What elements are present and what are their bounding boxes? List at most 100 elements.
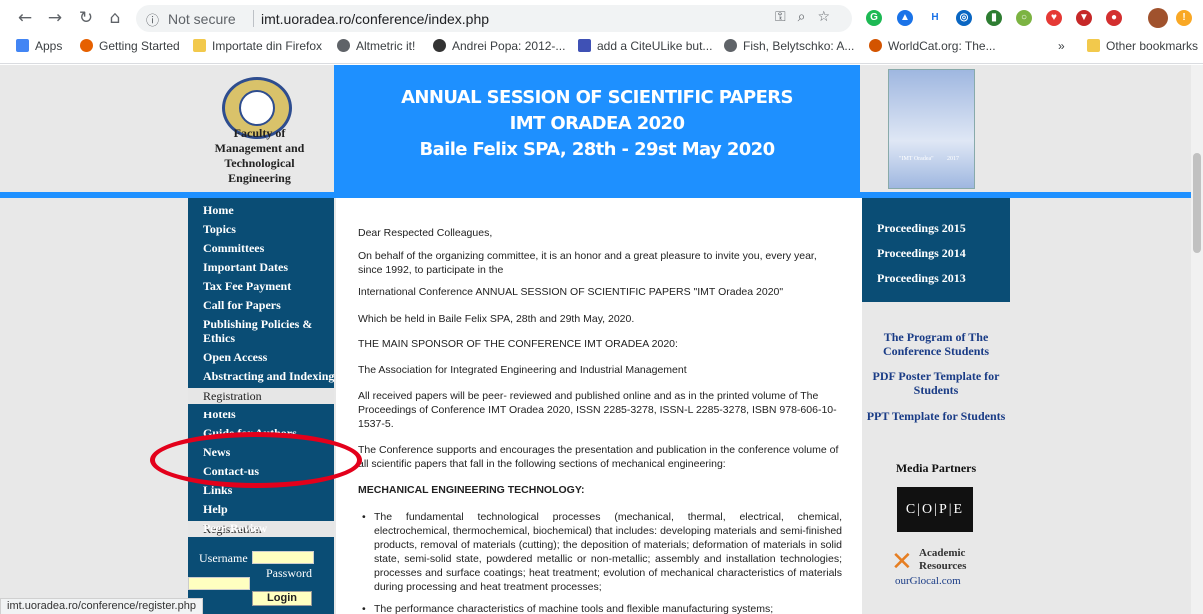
document-icon xyxy=(578,39,591,52)
sidebar-item-committees[interactable]: Committees xyxy=(203,241,264,255)
sidebar-item-publishing-policies[interactable]: Publishing Policies & xyxy=(203,317,312,331)
username-label: Username xyxy=(199,551,248,565)
scrollbar-thumb[interactable] xyxy=(1193,153,1201,253)
academic-resources-logo[interactable]: ✕ Academic Resources ourGlocal.com xyxy=(891,543,981,589)
url-text[interactable]: imt.uoradea.ro/conference/index.php xyxy=(261,11,489,27)
program-link[interactable]: The Program of The Conference Students xyxy=(862,330,1010,358)
sidebar-item-home[interactable]: Home xyxy=(203,203,234,217)
bookmark-folder-firefox[interactable]: Importate din Firefox xyxy=(193,39,322,53)
site-icon xyxy=(433,39,446,52)
bullet-icon: • xyxy=(362,603,366,614)
proceedings-cover-image[interactable]: "IMT Oradea" 2017 xyxy=(888,69,975,189)
sidebar-item-hotels[interactable]: Hotels xyxy=(203,412,236,421)
zoom-icon[interactable]: ⌕ xyxy=(798,9,818,25)
login-button[interactable]: Login xyxy=(252,591,312,606)
bookmark-fish[interactable]: Fish, Belytschko: A... xyxy=(724,39,854,53)
proceedings-2014-link[interactable]: Proceedings 2014 xyxy=(877,246,966,261)
intro-paragraph: On behalf of the organizing committee, i… xyxy=(358,250,817,276)
bookmark-other[interactable]: Other bookmarks xyxy=(1087,39,1198,53)
sidebar-item-ethics[interactable]: Ethics xyxy=(203,331,235,345)
banner-title: ANNUAL SESSION OF SCIENTIFIC PAPERS xyxy=(401,87,793,108)
address-row: ← → ↻ ⌂ ⓘ Not secure imt.uoradea.ro/conf… xyxy=(0,4,1203,32)
sidebar-item-call-for-papers[interactable]: Call for Papers xyxy=(203,298,281,312)
reload-icon[interactable]: ↻ xyxy=(75,7,97,29)
status-bar-url: imt.uoradea.ro/conference/register.php xyxy=(0,598,203,614)
key-icon[interactable]: ⚿ xyxy=(775,9,798,25)
extension-icon[interactable]: ● xyxy=(1106,10,1122,26)
sidebar-item-open-access[interactable]: Open Access xyxy=(203,350,267,364)
sidebar-item-registration-highlight[interactable]: Registration xyxy=(188,388,334,404)
star-icon[interactable]: ☆ xyxy=(817,9,842,25)
browser-chrome: ← → ↻ ⌂ ⓘ Not secure imt.uoradea.ro/conf… xyxy=(0,0,1203,64)
bookmark-andrei-popa[interactable]: Andrei Popa: 2012-... xyxy=(433,39,565,53)
profile-avatar[interactable] xyxy=(1148,8,1168,28)
cover-title: "IMT Oradea" xyxy=(899,156,934,162)
academic-logo-icon: ✕ xyxy=(891,547,913,577)
banner-date: Baile Felix SPA, 28th - 29st May 2020 xyxy=(419,139,775,160)
faculty-logo-area: Faculty of Management and Technological … xyxy=(186,65,333,191)
bookmark-altmetric[interactable]: Altmetric it! xyxy=(337,39,415,53)
proceedings-box: Proceedings 2015 Proceedings 2014 Procee… xyxy=(862,198,1010,302)
ppt-template-link[interactable]: PPT Template for Students xyxy=(862,409,1010,423)
extension-icon[interactable]: ▲ xyxy=(897,10,913,26)
sections-paragraph: The Conference supports and encourages t… xyxy=(358,444,839,470)
update-icon[interactable]: ! xyxy=(1176,10,1192,26)
extension-icon[interactable]: ◎ xyxy=(956,10,972,26)
proceedings-2013-link[interactable]: Proceedings 2013 xyxy=(877,271,966,286)
bookmark-citeulike[interactable]: add a CiteULike but... xyxy=(578,39,712,53)
omnibox-actions[interactable]: ⚿⌕☆ xyxy=(775,9,842,25)
bookmark-worldcat[interactable]: WorldCat.org: The... xyxy=(869,39,996,53)
conference-banner: ANNUAL SESSION OF SCIENTIFIC PAPERS IMT … xyxy=(334,65,860,192)
security-label: Not secure xyxy=(168,11,236,27)
cope-logo[interactable]: C|O|P|E xyxy=(897,487,973,532)
globe-icon xyxy=(337,39,350,52)
password-input[interactable] xyxy=(188,577,250,590)
omnibox[interactable]: ⓘ Not secure imt.uoradea.ro/conference/i… xyxy=(136,5,852,32)
username-input[interactable] xyxy=(252,551,314,564)
extension-icon[interactable]: ♥ xyxy=(1046,10,1062,26)
extension-icon[interactable]: ▼ xyxy=(1076,10,1092,26)
sidebar-item-help[interactable]: Help xyxy=(203,502,228,516)
grammarly-extension-icon[interactable]: G xyxy=(866,10,882,26)
globe-icon xyxy=(724,39,737,52)
media-partners-title: Media Partners xyxy=(895,461,977,475)
list-item: • The fundamental technological processes… xyxy=(362,511,842,593)
sidebar-item-topics[interactable]: Topics xyxy=(203,222,236,236)
vertical-scrollbar[interactable] xyxy=(1191,65,1203,614)
bookmark-getting-started[interactable]: Getting Started xyxy=(80,39,180,53)
poster-template-link[interactable]: PDF Poster Template for Students xyxy=(862,369,1010,397)
sidebar-item-important-dates[interactable]: Important Dates xyxy=(203,260,288,274)
apps-grid-icon xyxy=(16,39,29,52)
bookmark-apps[interactable]: Apps xyxy=(16,39,62,53)
bullet-icon: • xyxy=(362,511,366,523)
proceedings-2015-link[interactable]: Proceedings 2015 xyxy=(877,221,966,236)
conference-name-paragraph: International Conference ANNUAL SESSION … xyxy=(358,286,784,298)
info-icon[interactable]: ⓘ xyxy=(146,10,159,29)
web-page: Faculty of Management and Technological … xyxy=(0,65,1203,614)
sponsor-heading: THE MAIN SPONSOR OF THE CONFERENCE IMT O… xyxy=(358,338,678,350)
faculty-name: Faculty of Management and Technological … xyxy=(214,126,305,185)
sponsor-name: The Association for Integrated Engineeri… xyxy=(358,364,687,376)
section-title: MECHANICAL ENGINEERING TECHNOLOGY: xyxy=(358,484,585,496)
back-icon[interactable]: ← xyxy=(14,7,36,29)
forward-icon[interactable]: → xyxy=(44,7,66,29)
main-content: Dear Respected Colleagues, On behalf of … xyxy=(336,198,862,614)
worldcat-icon xyxy=(869,39,882,52)
password-label: Password xyxy=(266,566,313,580)
cover-year: 2017 xyxy=(947,156,959,162)
home-icon[interactable]: ⌂ xyxy=(104,7,126,29)
banner-subtitle: IMT ORADEA 2020 xyxy=(509,113,685,134)
firefox-icon xyxy=(80,39,93,52)
sidebar-item-tax-fee[interactable]: Tax Fee Payment xyxy=(203,279,291,293)
bookmarks-overflow-icon[interactable]: » xyxy=(1058,39,1065,53)
greeting: Dear Respected Colleagues, xyxy=(358,227,493,239)
sidebar-item-abstracting[interactable]: Abstracting and Indexing xyxy=(203,369,334,383)
extension-icon[interactable]: H xyxy=(927,10,943,26)
extension-icon[interactable]: ▮ xyxy=(986,10,1002,26)
list-item: • The performance characteristics of mach… xyxy=(362,603,774,614)
sidebar-item-peer-review[interactable]: Peer-Review xyxy=(203,521,267,535)
extension-icon[interactable]: ○ xyxy=(1016,10,1032,26)
folder-icon xyxy=(1087,39,1100,52)
annotation-circle xyxy=(150,432,362,488)
peer-review-paragraph: All received papers will be peer- review… xyxy=(358,390,837,430)
